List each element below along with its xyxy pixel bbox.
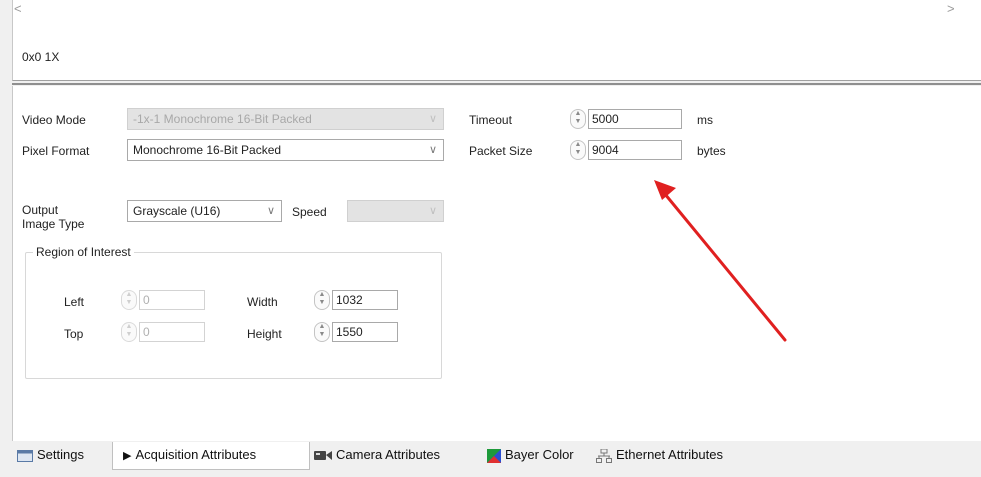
timeout-label: Timeout: [469, 113, 512, 127]
video-mode-select: -1x-1 Monochrome 16-Bit Packed ∨: [127, 108, 444, 130]
output-image-type-value: Grayscale (U16): [133, 204, 221, 218]
roi-width-label: Width: [247, 295, 278, 309]
output-image-type-label-line2: Image Type: [22, 217, 85, 231]
packet-size-unit-label: bytes: [697, 144, 726, 158]
roi-left-field: 0: [139, 290, 205, 310]
roi-left-label: Left: [64, 295, 85, 309]
chevron-down-icon: ∨: [266, 205, 275, 217]
annotation-arrow-shaft: [658, 186, 787, 342]
chevron-down-icon: ∨: [428, 144, 437, 156]
tab-acquisition-attributes-label: Acquisition Attributes: [135, 447, 257, 462]
tab-ethernet-attributes-label: Ethernet Attributes: [616, 447, 723, 462]
roi-width-field[interactable]: 1032: [332, 290, 398, 310]
video-mode-value: -1x-1 Monochrome 16-Bit Packed: [133, 112, 312, 126]
roi-height-field[interactable]: 1550: [332, 322, 398, 342]
camera-icon: [314, 451, 332, 461]
packet-size-label: Packet Size: [469, 144, 533, 158]
roi-height-label: Height: [247, 327, 282, 341]
play-icon: ▶: [123, 449, 132, 462]
speed-label: Speed: [292, 205, 327, 219]
image-preview-panel: [12, 0, 981, 81]
roi-left-spinner-icon: ▲ ▼: [121, 290, 137, 310]
chevron-down-icon: ∨: [428, 113, 437, 125]
tab-bayer-color-label: Bayer Color: [505, 447, 574, 462]
tab-camera-attributes[interactable]: Camera Attributes: [312, 442, 484, 470]
tab-settings[interactable]: Settings: [17, 442, 111, 470]
packet-size-field[interactable]: 9004: [588, 140, 682, 160]
pixel-format-select[interactable]: Monochrome 16-Bit Packed ∨: [127, 139, 444, 161]
zoom-status-label: 0x0 1X: [22, 50, 60, 64]
tab-camera-attributes-label: Camera Attributes: [336, 447, 441, 462]
roi-top-field: 0: [139, 322, 205, 342]
scroll-left-arrow[interactable]: <: [14, 2, 22, 16]
region-of-interest-title: Region of Interest: [33, 245, 134, 259]
tab-ethernet-attributes[interactable]: Ethernet Attributes: [596, 442, 791, 470]
roi-width-spinner-icon[interactable]: ▲ ▼: [314, 290, 330, 310]
tab-settings-label: Settings: [37, 447, 84, 462]
annotation-arrow: [654, 180, 787, 342]
output-image-type-label: Output Image Type: [22, 203, 84, 231]
timeout-spinner-icon[interactable]: ▲ ▼: [570, 109, 586, 129]
packet-size-spinner-icon[interactable]: ▲ ▼: [570, 140, 586, 160]
timeout-unit-label: ms: [697, 113, 713, 127]
tab-acquisition-attributes[interactable]: ▶ Acquisition Attributes: [112, 442, 310, 470]
settings-icon: [17, 449, 33, 462]
chevron-down-icon: ∨: [428, 205, 437, 217]
roi-top-label: Top: [64, 327, 84, 341]
pixel-format-value: Monochrome 16-Bit Packed: [133, 143, 282, 157]
speed-select: ∨: [347, 200, 444, 222]
roi-top-spinner-icon: ▲ ▼: [121, 322, 137, 342]
annotation-arrow-head: [654, 180, 676, 200]
roi-height-spinner-icon[interactable]: ▲ ▼: [314, 322, 330, 342]
pixel-format-label: Pixel Format: [22, 144, 90, 158]
output-image-type-label-line1: Output: [22, 203, 59, 217]
output-image-type-select[interactable]: Grayscale (U16) ∨: [127, 200, 282, 222]
panel-splitter[interactable]: [12, 83, 981, 85]
region-of-interest-group: [25, 252, 442, 379]
bayer-color-icon: [487, 448, 501, 463]
timeout-field[interactable]: 5000: [588, 109, 682, 129]
ethernet-icon: [596, 448, 612, 463]
scroll-right-arrow[interactable]: >: [947, 2, 955, 16]
tab-bayer-color[interactable]: Bayer Color: [487, 442, 593, 470]
video-mode-label: Video Mode: [22, 113, 86, 127]
